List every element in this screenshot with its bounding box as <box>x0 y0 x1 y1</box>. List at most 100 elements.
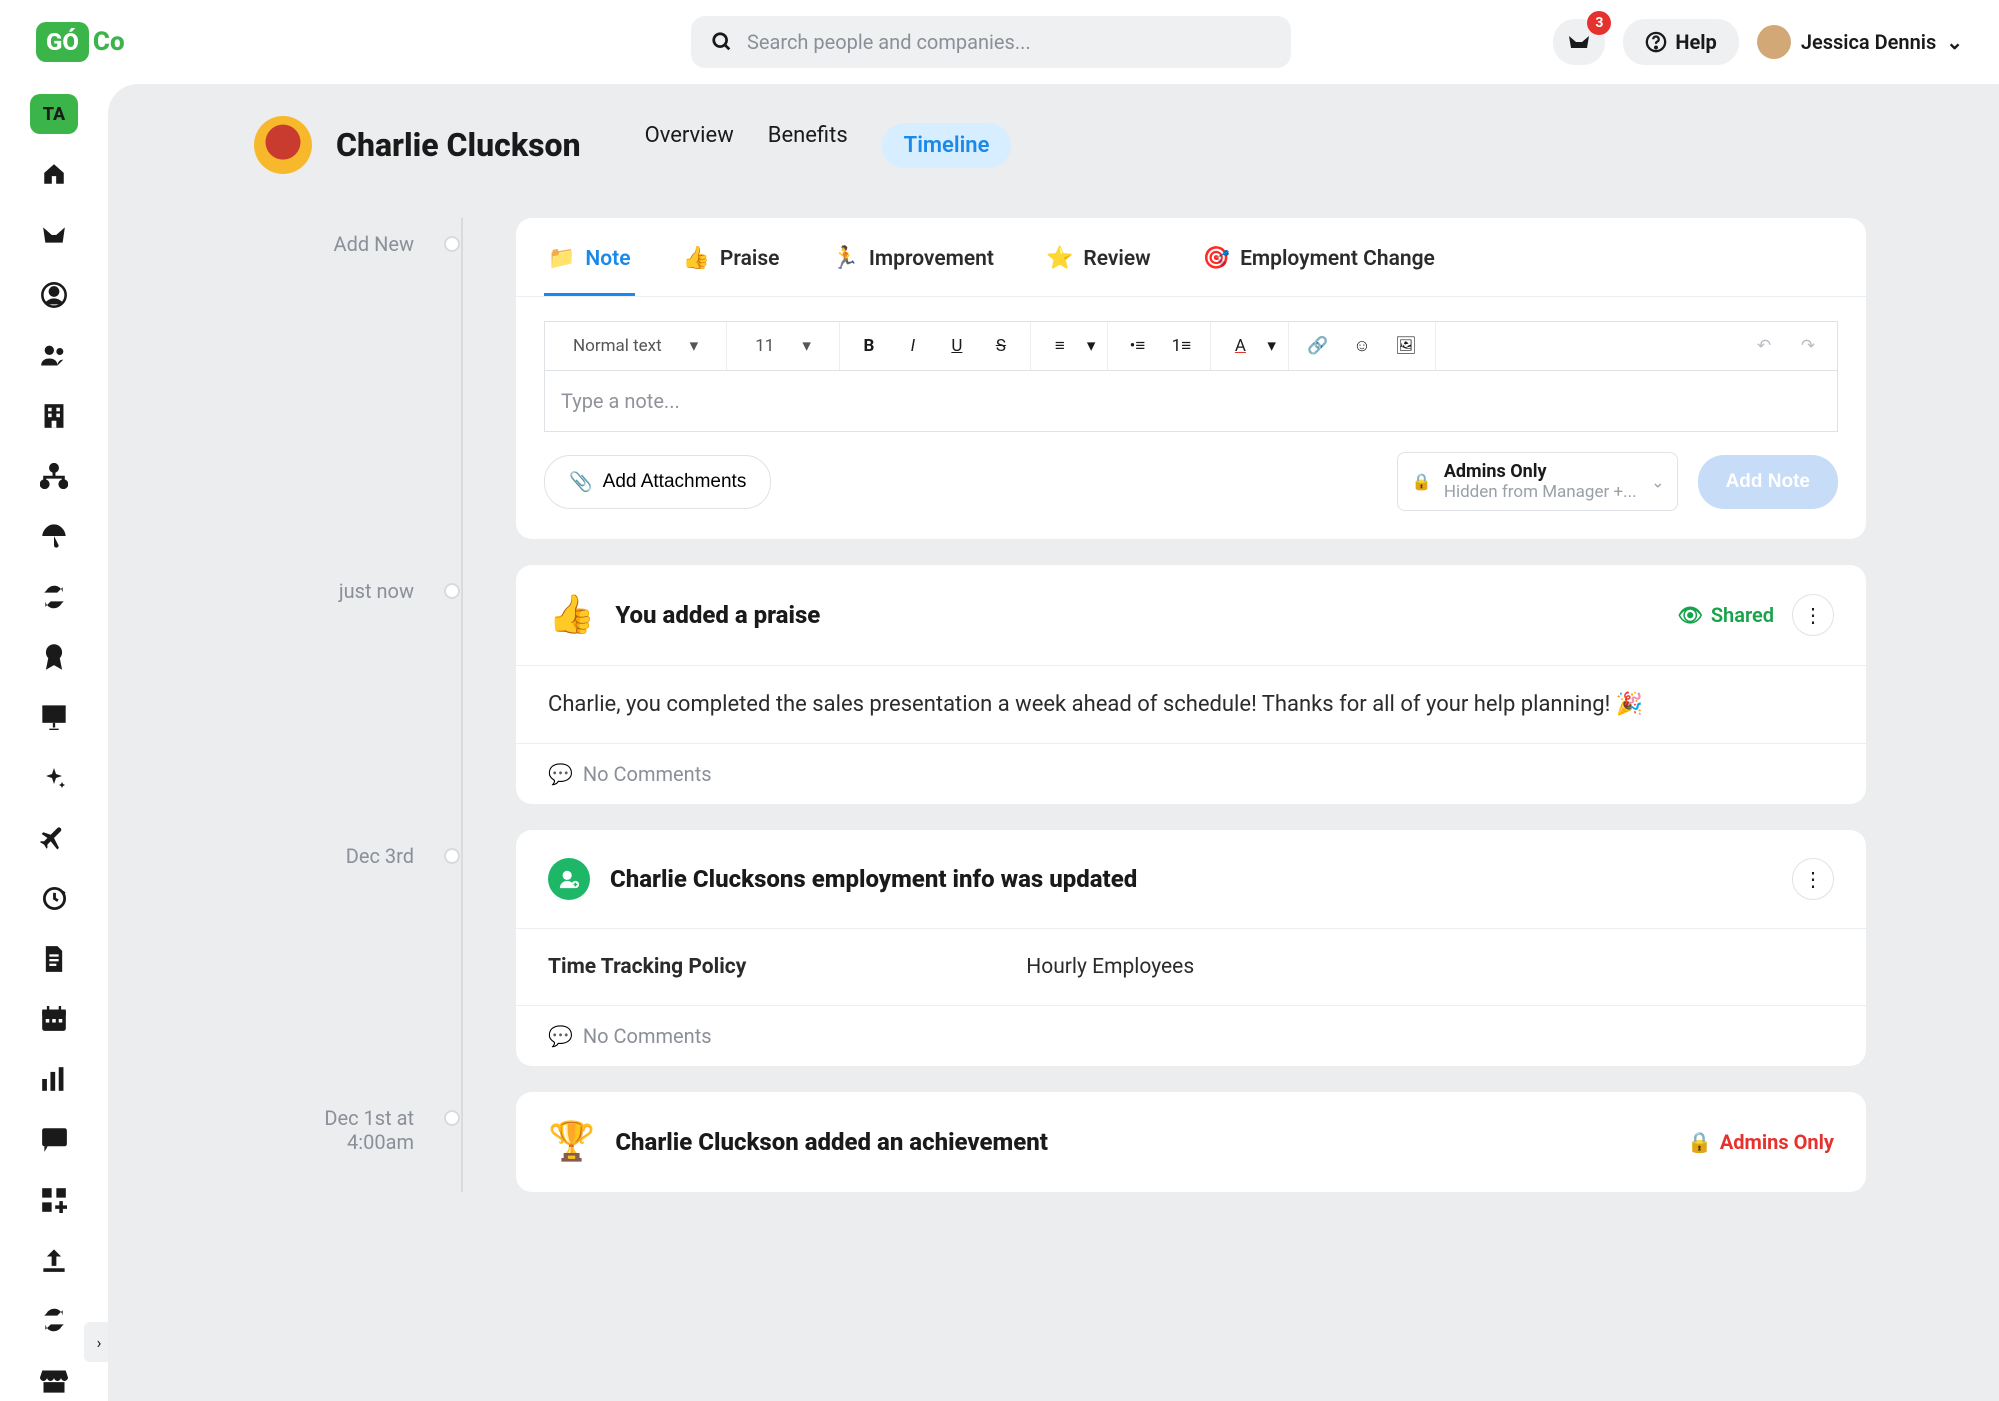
profile-avatar[interactable] <box>254 116 312 174</box>
italic-button[interactable]: I <box>896 336 930 356</box>
help-button[interactable]: Help <box>1623 19 1738 65</box>
presentation-icon <box>40 704 68 730</box>
align-button[interactable]: ≡ <box>1043 336 1077 356</box>
sidebar-item-reports[interactable] <box>30 1059 78 1099</box>
sidebar-item-upload[interactable] <box>30 1240 78 1280</box>
sidebar-item-company[interactable]: TA <box>30 94 78 134</box>
editor-textarea[interactable]: Type a note... <box>544 371 1838 432</box>
sidebar-item-travel[interactable] <box>30 818 78 858</box>
search-input[interactable]: Search people and companies... <box>691 16 1291 68</box>
sidebar-item-awards[interactable] <box>30 637 78 677</box>
sidebar-item-marketplace[interactable] <box>30 1361 78 1401</box>
sidebar-item-ai[interactable] <box>30 757 78 797</box>
bullet-list-button[interactable]: •≡ <box>1120 336 1154 356</box>
more-button[interactable]: ⋮ <box>1792 858 1834 900</box>
sidebar-item-refresh[interactable] <box>30 1300 78 1340</box>
document-icon <box>43 945 65 973</box>
admins-only-badge: 🔒Admins Only <box>1687 1130 1834 1154</box>
clock-arrow-icon <box>41 885 68 912</box>
redo-button[interactable]: ↷ <box>1791 336 1825 356</box>
composer-tab-improvement[interactable]: 🏃Improvement <box>827 226 998 296</box>
link-button[interactable]: 🔗 <box>1301 336 1335 356</box>
timeline-label-addnew: Add New <box>254 218 444 539</box>
sidebar-item-sync[interactable] <box>30 577 78 617</box>
sidebar-item-messages[interactable] <box>30 1119 78 1159</box>
composer-tab-praise[interactable]: 👍 Praise <box>679 226 784 296</box>
more-vertical-icon: ⋮ <box>1803 867 1823 891</box>
chevron-down-icon: ⌄ <box>1651 472 1664 491</box>
item-title: Charlie Cluckson added an achievement <box>615 1128 1048 1156</box>
tab-overview[interactable]: Overview <box>645 123 734 168</box>
profile-header: Charlie Cluckson Overview Benefits Timel… <box>254 84 1999 184</box>
sidebar-item-people[interactable] <box>30 335 78 375</box>
home-icon <box>41 161 67 187</box>
item-comments[interactable]: 💬No Comments <box>516 744 1866 804</box>
underline-button[interactable]: U <box>940 336 974 356</box>
sidebar-item-org[interactable] <box>30 456 78 496</box>
tab-benefits[interactable]: Benefits <box>768 123 848 168</box>
item-body: Charlie, you completed the sales present… <box>516 666 1866 744</box>
thumbs-up-icon: 👍 <box>683 246 710 271</box>
search-icon <box>711 31 733 53</box>
sidebar-item-documents[interactable] <box>30 938 78 978</box>
item-title: You added a praise <box>615 601 820 629</box>
user-circle-icon <box>40 281 68 309</box>
text-color-button[interactable]: A <box>1223 336 1257 356</box>
timeline: Add New 📁Note 👍 Praise 🏃Improvement ⭐Revi… <box>254 218 1999 1192</box>
notifications-button[interactable]: 3 <box>1553 19 1605 65</box>
composer-tab-employment[interactable]: 🎯Employment Change <box>1199 226 1439 296</box>
comments-label: No Comments <box>583 1024 712 1048</box>
bold-button[interactable]: B <box>852 336 886 356</box>
comment-icon: 💬 <box>548 1024 573 1048</box>
plane-icon <box>40 824 68 852</box>
font-size-select[interactable]: 11 ▾ <box>739 336 827 356</box>
add-note-button[interactable]: Add Note <box>1698 455 1838 509</box>
comment-icon: 💬 <box>548 762 573 786</box>
composer-tab-review[interactable]: ⭐Review <box>1042 226 1155 296</box>
sidebar-item-benefits[interactable] <box>30 516 78 556</box>
logo[interactable]: GÓCo <box>36 17 136 67</box>
chevron-down-icon: ⌄ <box>1946 30 1963 54</box>
user-menu[interactable]: Jessica Dennis ⌄ <box>1757 25 1963 59</box>
timeline-dot <box>444 848 460 864</box>
text-style-select[interactable]: Normal text▾ <box>557 336 714 356</box>
sidebar-item-profile[interactable] <box>30 275 78 315</box>
search-container: Search people and companies... <box>691 16 1291 68</box>
kv-label: Time Tracking Policy <box>548 955 746 979</box>
sidebar-item-company-info[interactable] <box>30 396 78 436</box>
item-comments[interactable]: 💬 No Comments <box>516 1006 1866 1066</box>
tab-timeline[interactable]: Timeline <box>882 123 1012 168</box>
emoji-button[interactable]: ☺ <box>1345 336 1379 356</box>
sidebar-item-apps[interactable] <box>30 1180 78 1220</box>
store-icon <box>40 1369 68 1393</box>
bar-chart-icon <box>41 1067 67 1091</box>
employment-icon: 🎯 <box>1203 246 1230 271</box>
sidebar-item-calendar[interactable] <box>30 999 78 1039</box>
composer-tab-note[interactable]: 📁Note <box>544 226 635 296</box>
sidebar-item-inbox[interactable] <box>30 215 78 255</box>
sidebar-item-present[interactable] <box>30 697 78 737</box>
strike-button[interactable]: S <box>984 336 1018 356</box>
more-button[interactable]: ⋮ <box>1792 594 1834 636</box>
sidebar-item-time[interactable] <box>30 878 78 918</box>
font-size-value: 11 <box>755 336 774 356</box>
inbox-icon <box>1567 32 1591 52</box>
composer-card: 📁Note 👍 Praise 🏃Improvement ⭐Review 🎯Empl… <box>516 218 1866 539</box>
apps-add-icon <box>41 1187 67 1213</box>
number-list-button[interactable]: 1≡ <box>1164 336 1198 356</box>
item-kv: Time Tracking Policy Hourly Employees <box>548 955 1834 979</box>
timeline-label: Dec 3rd <box>254 830 444 1066</box>
privacy-select[interactable]: 🔒 Admins Only Hidden from Manager +... ⌄ <box>1397 452 1678 511</box>
chevron-down-icon: ▾ <box>690 336 699 356</box>
chevron-down-icon: ▾ <box>802 336 811 356</box>
sidebar-item-home[interactable] <box>30 154 78 194</box>
undo-button[interactable]: ↶ <box>1747 336 1781 356</box>
eye-icon: 👁 <box>1677 603 1702 627</box>
add-attachments-button[interactable]: 📎Add Attachments <box>544 455 771 509</box>
timeline-rail <box>461 218 463 1192</box>
image-button[interactable]: 🖼 <box>1389 336 1423 356</box>
privacy-title: Admins Only <box>1444 461 1637 482</box>
admins-label: Admins Only <box>1720 1130 1834 1154</box>
composer-tab-praise-label: Praise <box>720 247 780 271</box>
lock-icon: 🔒 <box>1412 472 1432 491</box>
